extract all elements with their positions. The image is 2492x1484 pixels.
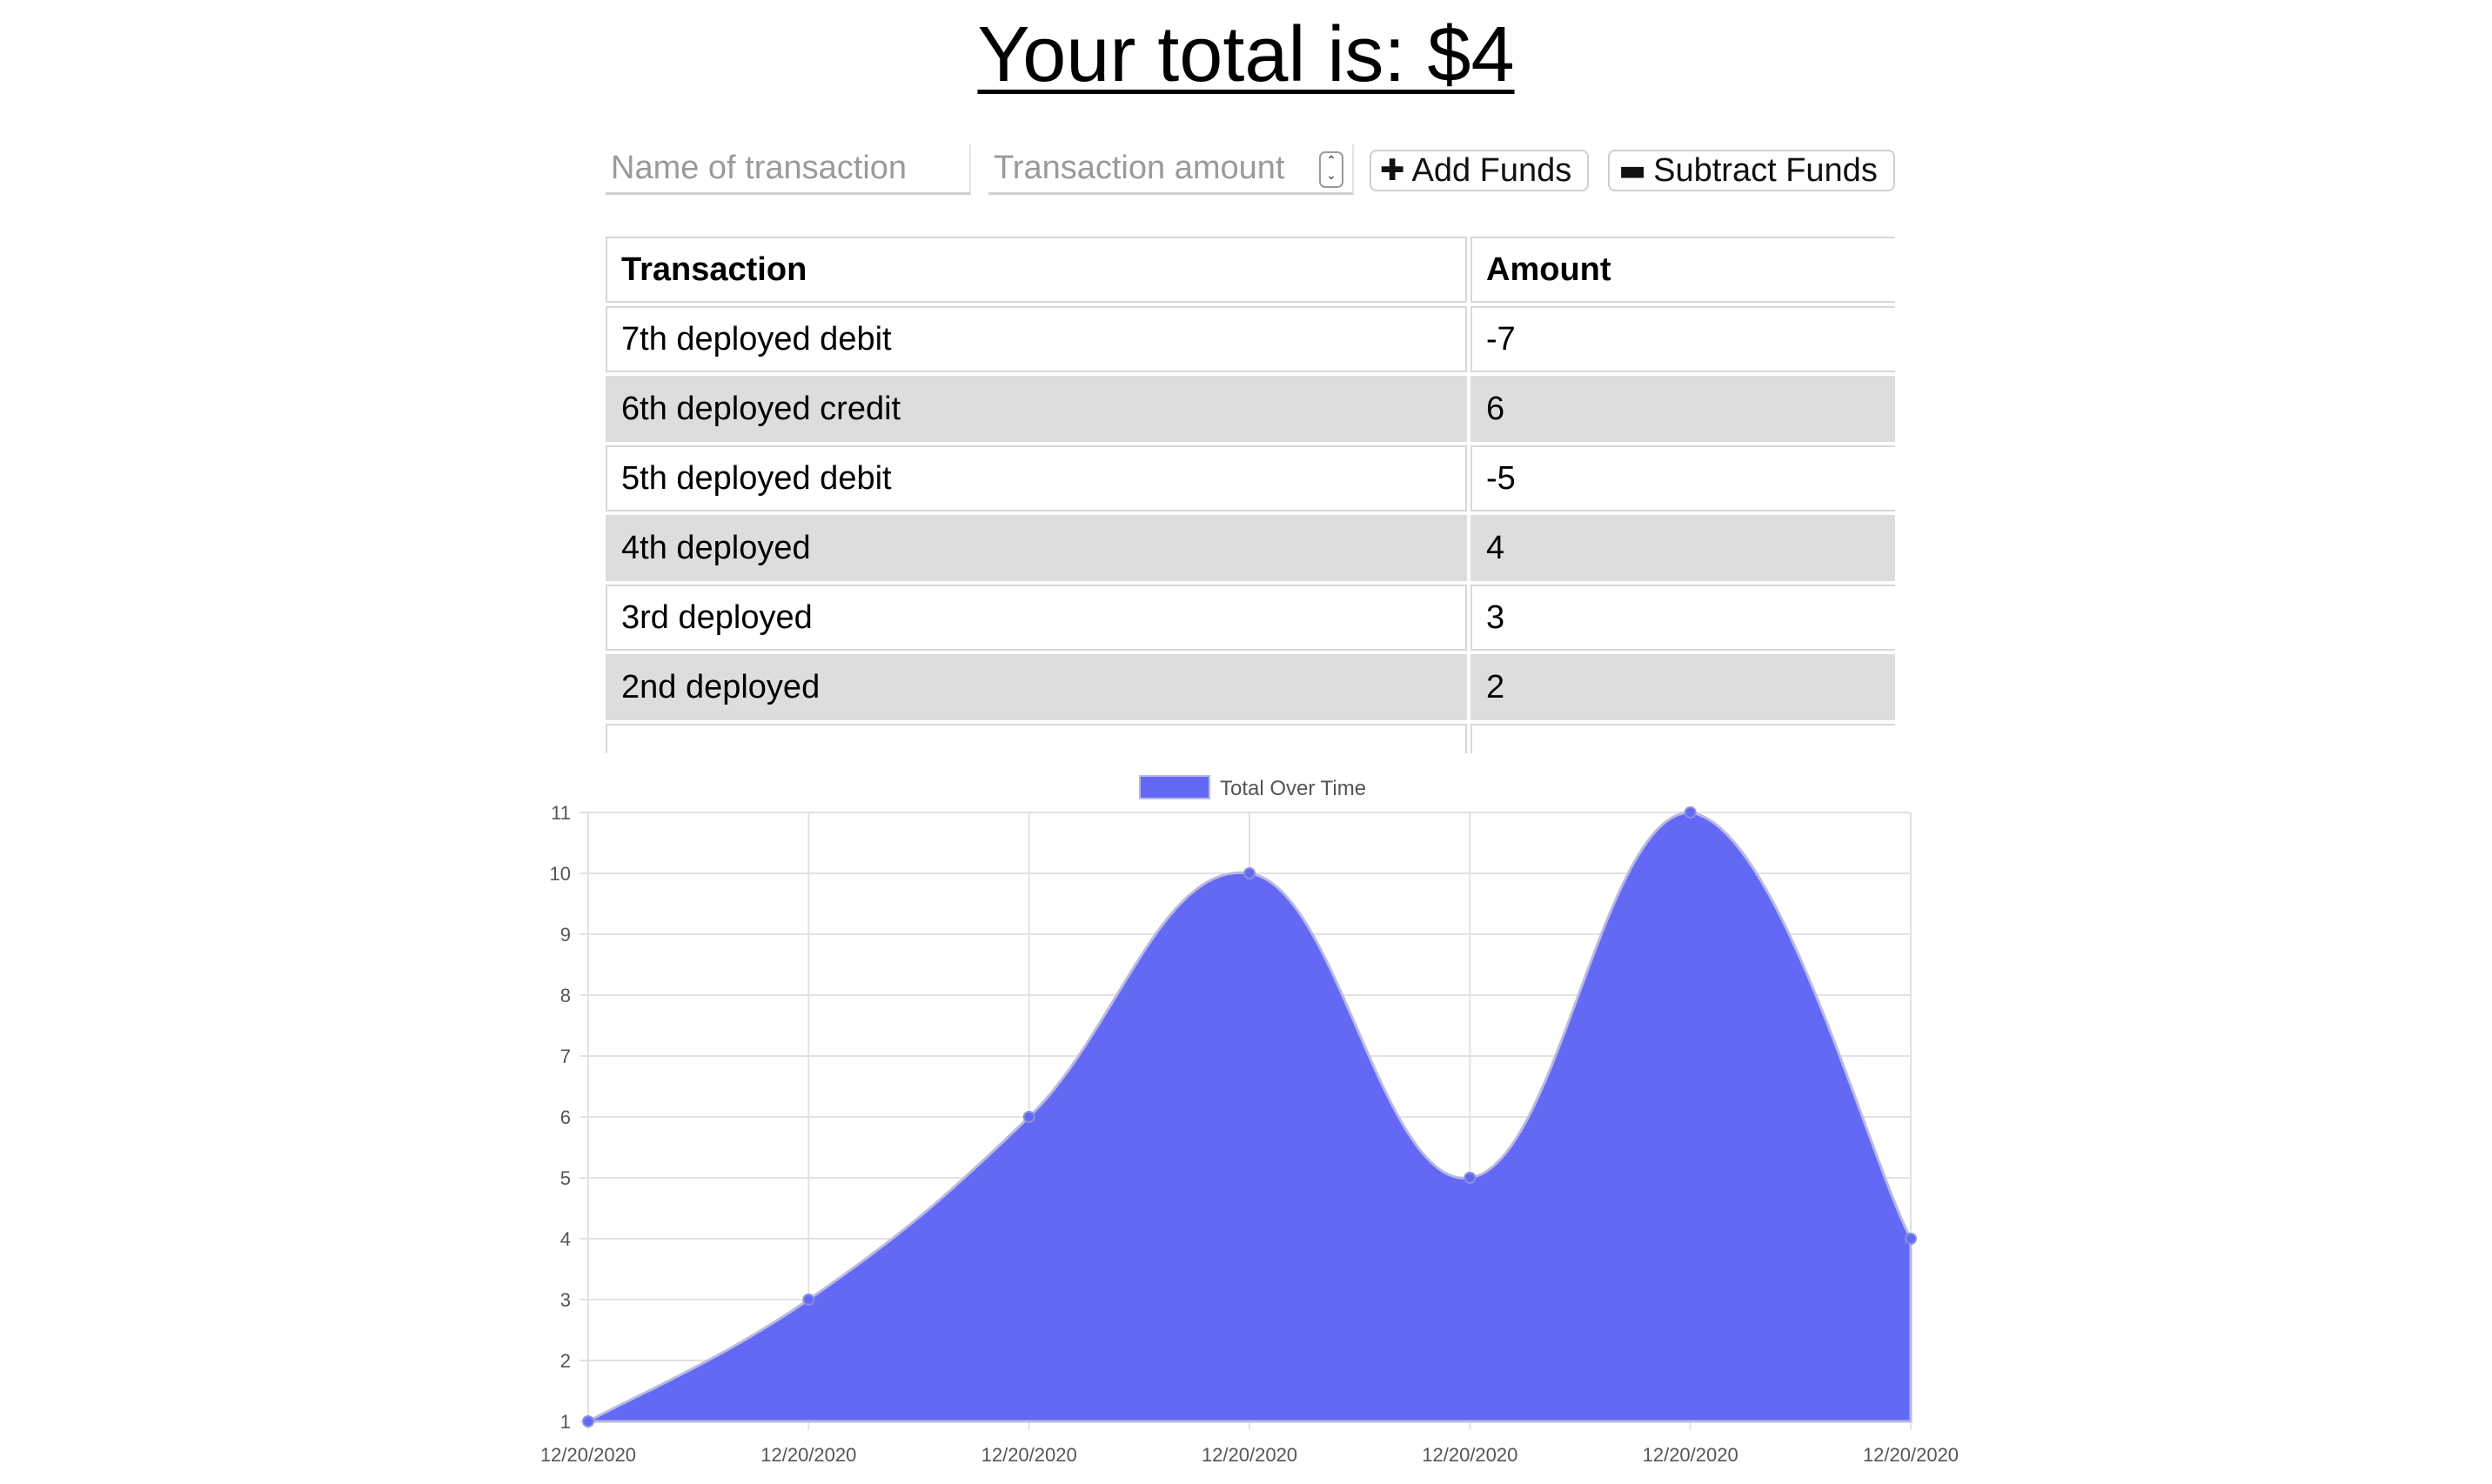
table-row: 7th deployed debit -7 <box>606 306 1895 372</box>
transaction-name-cell: 7th deployed debit <box>606 306 1467 372</box>
y-tick-label: 4 <box>560 1228 571 1250</box>
table-row: 3rd deployed 3 <box>606 585 1895 651</box>
data-point <box>802 1293 815 1306</box>
legend-label: Total Over Time <box>1220 777 1366 800</box>
table-row: 4th deployed 4 <box>606 515 1895 581</box>
transaction-amount-cell: 3 <box>1470 585 1895 651</box>
subtract-funds-label: Subtract Funds <box>1653 151 1878 189</box>
add-funds-button[interactable]: ✚ Add Funds <box>1370 150 1589 191</box>
transaction-amount-cell: -7 <box>1470 306 1895 372</box>
header-amount: Amount <box>1470 237 1895 303</box>
transaction-name-cell: 6th deployed credit <box>606 376 1467 442</box>
transaction-name-input[interactable] <box>606 144 971 195</box>
y-tick-label: 8 <box>560 985 571 1006</box>
y-tick-label: 11 <box>551 802 571 824</box>
header-transaction: Transaction <box>606 237 1467 303</box>
data-point <box>1684 806 1697 819</box>
transaction-form: ⌃ ⌄ ✚ Add Funds ▬ Subtract Funds <box>0 144 2492 198</box>
subtract-funds-button[interactable]: ▬ Subtract Funds <box>1608 150 1895 191</box>
x-tick-label: 12/20/2020 <box>1202 1444 1297 1466</box>
data-point <box>582 1415 594 1427</box>
table-header-row: Transaction Amount <box>606 237 1895 303</box>
transactions-table-container[interactable]: Transaction Amount 7th deployed debit -7… <box>606 233 1895 753</box>
transactions-table: Transaction Amount 7th deployed debit -7… <box>606 233 1895 753</box>
x-tick-label: 12/20/2020 <box>760 1444 856 1466</box>
transaction-name-cell: 3rd deployed <box>606 585 1467 651</box>
transaction-amount-cell: 4 <box>1470 515 1895 581</box>
x-tick-label: 12/20/2020 <box>1863 1444 1959 1466</box>
data-point <box>1022 1111 1035 1123</box>
y-tick-label: 5 <box>560 1167 571 1189</box>
transaction-name-cell <box>606 724 1467 753</box>
table-row: 6th deployed credit 6 <box>606 376 1895 442</box>
total-over-time-chart: 1234567891011 12/20/2020 12/20/2020 12/20/… <box>540 775 1959 1466</box>
y-tick-label: 3 <box>560 1289 571 1311</box>
transaction-name-cell: 4th deployed <box>606 515 1467 581</box>
data-point <box>1464 1172 1477 1184</box>
transaction-name-cell: 5th deployed debit <box>606 445 1467 511</box>
y-tick-label: 10 <box>550 863 571 885</box>
transaction-amount-cell: 6 <box>1470 376 1895 442</box>
y-tick-label: 1 <box>560 1411 571 1433</box>
add-funds-label: Add Funds <box>1411 151 1572 189</box>
y-tick-label: 2 <box>560 1350 571 1372</box>
data-point <box>1243 867 1256 879</box>
x-tick-label: 12/20/2020 <box>540 1444 636 1466</box>
x-tick-label: 12/20/2020 <box>1643 1444 1738 1466</box>
stepper-up-icon[interactable]: ⌃ <box>1321 153 1342 168</box>
transaction-amount-cell: -5 <box>1470 445 1895 511</box>
y-tick-label: 9 <box>560 924 571 946</box>
stepper-down-icon[interactable]: ⌄ <box>1321 168 1342 183</box>
minus-icon: ▬ <box>1618 153 1647 188</box>
x-tick-label: 12/20/2020 <box>1422 1444 1517 1466</box>
y-tick-label: 6 <box>560 1106 571 1128</box>
plus-icon: ✚ <box>1380 153 1405 188</box>
legend-swatch <box>1139 775 1210 799</box>
table-row <box>606 724 1895 753</box>
amount-stepper[interactable]: ⌃ ⌄ <box>1319 151 1343 188</box>
table-row: 2nd deployed 2 <box>606 654 1895 720</box>
y-tick-label: 7 <box>560 1046 571 1067</box>
x-axis-ticks: 12/20/2020 12/20/2020 12/20/2020 12/20/2020… <box>540 1444 1959 1466</box>
transaction-amount-input[interactable] <box>988 144 1354 195</box>
transaction-name-cell: 2nd deployed <box>606 654 1467 720</box>
table-row: 5th deployed debit -5 <box>606 445 1895 511</box>
data-point <box>1905 1233 1917 1245</box>
chart-legend[interactable]: Total Over Time <box>1139 775 1366 800</box>
transaction-amount-cell: 2 <box>1470 654 1895 720</box>
x-tick-label: 12/20/2020 <box>981 1444 1077 1466</box>
total-heading: Your total is: $4 <box>977 11 1515 98</box>
transaction-amount-cell <box>1470 724 1895 753</box>
y-axis-ticks: 1 2 3 4 5 6 7 8 9 10 11 <box>550 802 571 1433</box>
